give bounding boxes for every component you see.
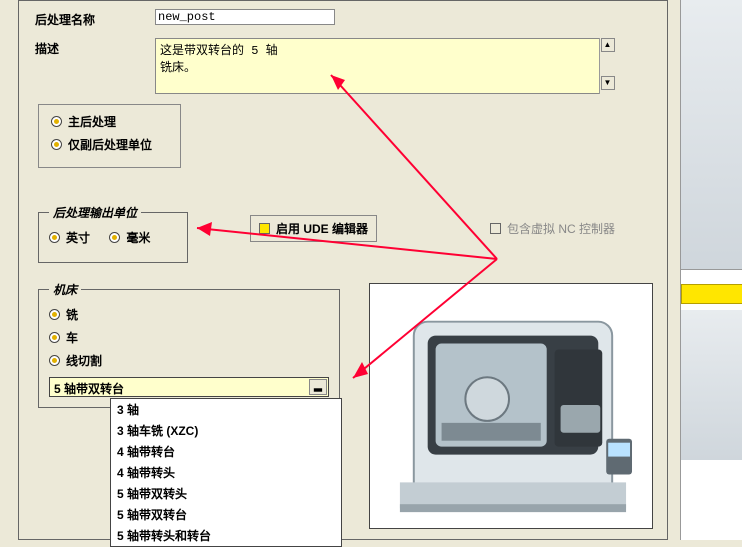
mill-label: 铣 [66,306,78,323]
post-name-label: 后处理名称 [35,9,155,28]
preview-thumb-1 [681,0,742,270]
radio-icon [49,232,60,243]
dropdown-option[interactable]: 4 轴带转台 [111,441,341,462]
right-preview-strip [680,0,742,540]
radio-icon [51,139,62,150]
radio-icon [49,309,60,320]
post-name-input[interactable] [155,9,335,25]
dropdown-option[interactable]: 5 轴带双转台 [111,504,341,525]
radio-icon [49,332,60,343]
dropdown-option[interactable]: 4 轴带转头 [111,462,341,483]
post-type-group: 主后处理 仅副后处理单位 [38,104,181,168]
machine-config-dropdown[interactable]: 5 轴带双转台 ▂ 3 轴 3 轴车铣 (XZC) 4 轴带转台 4 轴带转头 … [49,377,329,397]
wedm-radio[interactable]: 线切割 [49,352,313,369]
preview-thumb-2 [681,310,742,460]
mm-label: 毫米 [126,229,150,246]
inch-radio[interactable]: 英寸 [49,229,90,246]
lathe-label: 车 [66,329,78,346]
dropdown-option[interactable]: 5 轴带转头和转台 [111,525,341,546]
dropdown-option[interactable]: 3 轴车铣 (XZC) [111,420,341,441]
description-textarea[interactable]: 这是带双转台的 5 轴 铣床。 [155,38,615,94]
preview-highlight [681,284,742,304]
description-scrollbar[interactable]: ▲ ▼ [599,38,615,94]
dropdown-selected: 5 轴带双转台 [54,382,124,396]
sub-post-label: 仅副后处理单位 [68,136,152,153]
lathe-radio[interactable]: 车 [49,329,313,346]
enable-ude-checkbox[interactable]: 启用 UDE 编辑器 [250,215,377,242]
main-post-label: 主后处理 [68,113,116,130]
main-post-radio[interactable]: 主后处理 [51,113,116,130]
machine-preview-image [369,283,653,529]
radio-icon [109,232,120,243]
wedm-label: 线切割 [66,352,102,369]
scroll-up-icon[interactable]: ▲ [601,38,615,52]
checkbox-icon [259,223,270,234]
enable-ude-label: 启用 UDE 编辑器 [276,220,368,237]
machine-group: 机床 铣 车 线切割 5 轴带双转台 ▂ 3 轴 3 轴车铣 (XZC) 4 轴… [38,281,340,408]
include-vnc-label: 包含虚拟 NC 控制器 [507,220,615,237]
checkbox-icon [490,223,501,234]
machine-legend: 机床 [49,281,81,298]
description-label: 描述 [35,38,155,57]
scroll-down-icon[interactable]: ▼ [601,76,615,90]
mm-radio[interactable]: 毫米 [109,229,150,246]
dropdown-option[interactable]: 3 轴 [111,399,341,420]
dropdown-arrow-icon[interactable]: ▂ [309,379,327,395]
units-legend: 后处理输出单位 [49,204,141,221]
output-units-group: 后处理输出单位 英寸 毫米 [38,204,188,263]
radio-icon [51,116,62,127]
radio-icon [49,355,60,366]
mill-radio[interactable]: 铣 [49,306,313,323]
sub-post-radio[interactable]: 仅副后处理单位 [51,136,152,153]
inch-label: 英寸 [66,229,90,246]
dropdown-list: 3 轴 3 轴车铣 (XZC) 4 轴带转台 4 轴带转头 5 轴带双转头 5 … [110,398,342,547]
include-vnc-checkbox: 包含虚拟 NC 控制器 [490,220,615,237]
dropdown-option[interactable]: 5 轴带双转头 [111,483,341,504]
